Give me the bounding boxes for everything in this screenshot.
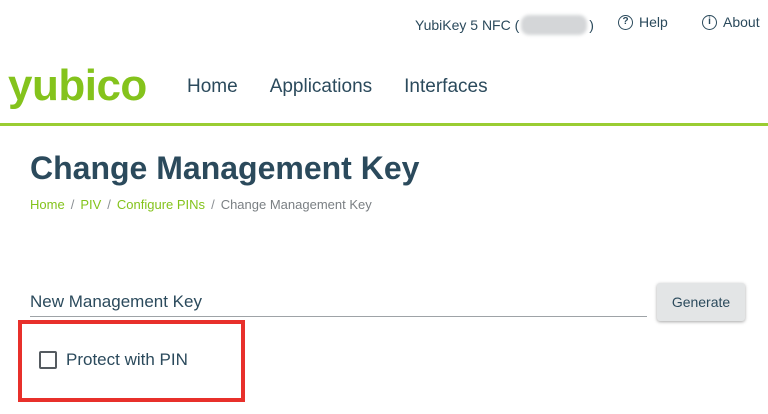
device-serial-redacted	[521, 15, 588, 35]
breadcrumb-separator: /	[211, 197, 215, 212]
breadcrumb-current: Change Management Key	[220, 197, 372, 212]
header-divider	[0, 123, 768, 126]
management-key-label: New Management Key	[30, 292, 202, 311]
question-circle-icon: ?	[618, 14, 633, 30]
page-title: Change Management Key	[30, 150, 420, 186]
breadcrumb-separator: /	[107, 197, 111, 212]
about-label: About	[723, 14, 760, 30]
protect-with-pin-label: Protect with PIN	[66, 350, 188, 369]
protect-with-pin-checkbox[interactable]	[39, 351, 57, 369]
top-bar: YubiKey 5 NFC ( ) ? Help i About	[0, 0, 768, 48]
breadcrumb-separator: /	[70, 197, 75, 212]
device-label: YubiKey 5 NFC (	[415, 17, 520, 33]
help-link[interactable]: ? Help	[618, 14, 668, 30]
breadcrumb-home[interactable]: Home	[30, 197, 65, 212]
yubico-logo[interactable]: yubico	[8, 58, 147, 114]
breadcrumb: Home / PIV / Configure PINs / Change Managemen…	[30, 197, 372, 212]
breadcrumb-configure-pins[interactable]: Configure PINs	[117, 197, 205, 212]
nav-item-interfaces[interactable]: Interfaces	[404, 76, 487, 98]
protect-with-pin-option[interactable]: Protect with PIN	[39, 350, 188, 370]
nav-item-home[interactable]: Home	[187, 76, 238, 98]
main-nav: Home Applications Interfaces	[187, 76, 488, 98]
breadcrumb-piv[interactable]: PIV	[80, 197, 101, 212]
device-label-end: )	[589, 17, 594, 33]
about-link[interactable]: i About	[702, 14, 760, 30]
generate-button[interactable]: Generate	[657, 283, 745, 321]
help-label: Help	[639, 14, 668, 30]
nav-item-applications[interactable]: Applications	[270, 76, 372, 98]
device-indicator: YubiKey 5 NFC ( )	[415, 15, 594, 35]
management-key-input[interactable]	[30, 316, 647, 317]
info-circle-icon: i	[702, 14, 717, 30]
